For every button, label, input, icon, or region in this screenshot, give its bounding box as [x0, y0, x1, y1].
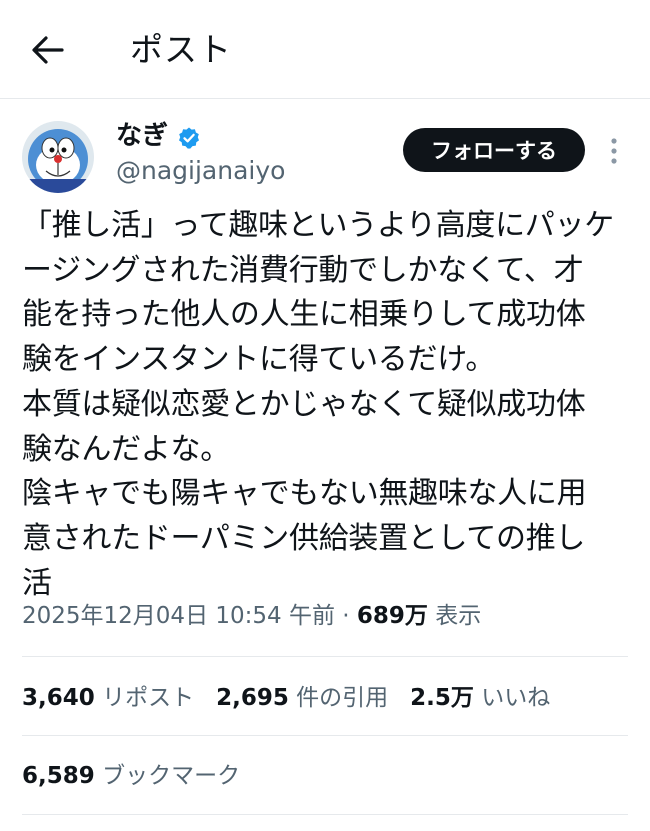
follow-button[interactable]: フォローする: [403, 128, 585, 172]
verified-badge-icon: [179, 127, 199, 149]
likes-stat[interactable]: 2.5万 いいね: [410, 685, 550, 711]
tweet-line: 験なんだよな。: [22, 431, 230, 467]
likes-count: 2.5万: [410, 685, 474, 711]
tweet-meta: 2025年12月04日 10:54 午前 · 689万 表示: [22, 598, 481, 634]
reposts-count: 3,640: [22, 685, 95, 711]
avatar[interactable]: [22, 121, 94, 193]
tweet-line: 意されたドーパミン供給装置としての推し: [22, 520, 586, 556]
tweet-line: ージングされた消費行動でしかなくて、才: [22, 252, 584, 288]
arrow-left-icon: [32, 36, 64, 64]
top-bar: ポスト: [0, 0, 650, 99]
tweet-text: 「推し活」って趣味というより高度にパッケ ージングされた消費行動でしかなくて、才…: [22, 204, 622, 606]
page-title: ポスト: [130, 30, 232, 69]
quotes-count: 2,695: [216, 685, 289, 711]
quotes-label: 件の引用: [296, 685, 389, 711]
divider: [22, 735, 628, 736]
reposts-label: リポスト: [102, 685, 195, 711]
tweet-line: 「推し活」って趣味というより高度にパッケ: [22, 208, 614, 243]
reposts-stat[interactable]: 3,640 リポスト: [22, 685, 194, 711]
tweet-line: 本質は疑似恋愛とかじゃなくて疑似成功体: [22, 386, 586, 422]
robot-cat-avatar: [22, 121, 94, 193]
views-label: 表示: [435, 603, 482, 629]
bookmarks-count: 6,589: [22, 763, 95, 789]
likes-label: いいね: [481, 685, 551, 711]
back-button[interactable]: [26, 28, 70, 72]
vertical-ellipsis-icon[interactable]: [602, 134, 626, 168]
divider: [22, 656, 628, 657]
views-count: 689万: [356, 603, 428, 629]
bookmarks-label: ブックマーク: [102, 763, 241, 789]
author-display-name[interactable]: なぎ: [116, 119, 168, 153]
meta-separator: ·: [334, 603, 357, 629]
quotes-stat[interactable]: 2,695 件の引用: [216, 685, 388, 711]
engagement-stats: 3,640 リポスト 2,695 件の引用 2.5万 いいね: [22, 680, 550, 716]
tweet-line: 験をインスタントに得ているだけ。: [22, 342, 496, 378]
divider: [22, 814, 628, 815]
tweet-line: 陰キャでも陽キャでもない無趣味な人に用: [22, 476, 587, 512]
bookmarks-stat[interactable]: 6,589 ブックマーク: [22, 758, 240, 794]
tweet-line: 能を持った他人の人生に相乗りして成功体: [22, 297, 586, 333]
author-handle[interactable]: @nagijanaiyo: [116, 154, 285, 188]
timestamp[interactable]: 2025年12月04日 10:54 午前: [22, 603, 335, 629]
